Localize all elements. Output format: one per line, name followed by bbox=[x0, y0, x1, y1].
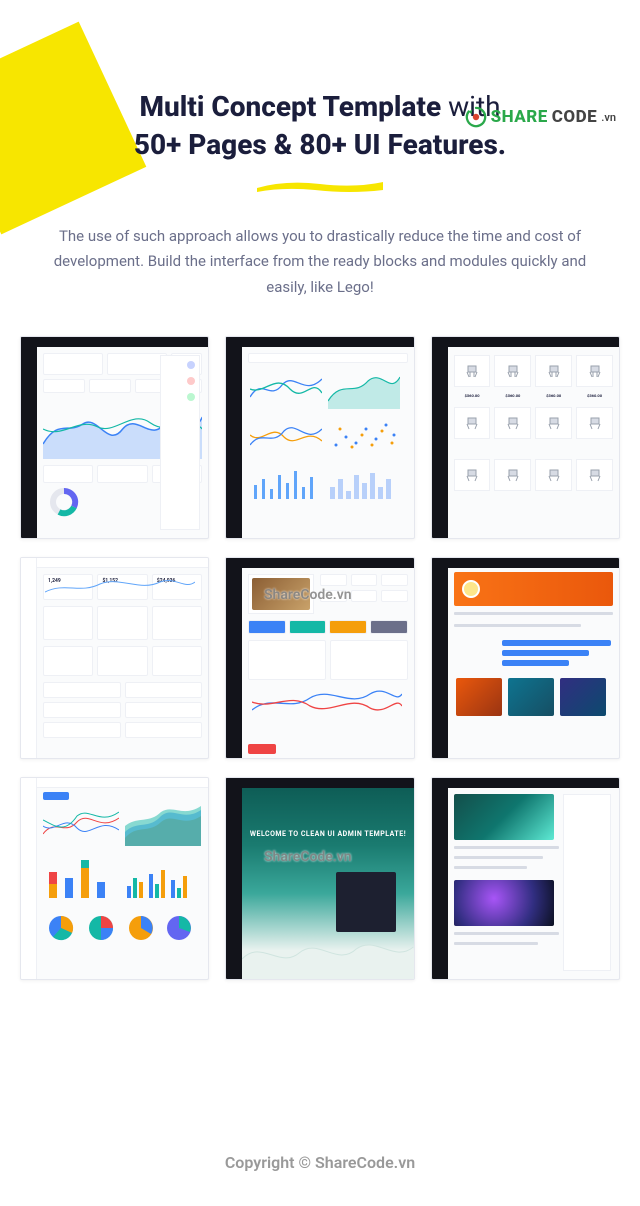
dashboard-crypto-thumbnail: 1,249 $1,152 $24,936 bbox=[20, 557, 209, 760]
headline: Multi Concept Template with 50+ Pages & … bbox=[0, 88, 640, 198]
hero-headline: WELCOME TO CLEAN UI ADMIN TEMPLATE! bbox=[242, 830, 413, 838]
landing-page-thumbnail: WELCOME TO CLEAN UI ADMIN TEMPLATE! bbox=[225, 777, 414, 980]
ecommerce-catalog-thumbnail: $560.00$560.00$560.00$560.00 bbox=[431, 336, 620, 539]
analytics-charts-thumbnail bbox=[20, 777, 209, 980]
sharecode-logo-icon bbox=[465, 106, 487, 128]
brand-text-suffix: .vn bbox=[601, 111, 616, 124]
watermark: ShareCode.vn bbox=[264, 849, 352, 865]
brand-text-code: CODE bbox=[552, 107, 597, 127]
profile-social-thumbnail bbox=[431, 557, 620, 760]
subtitle-text: The use of such approach allows you to d… bbox=[0, 224, 640, 301]
brush-underline-icon bbox=[255, 178, 385, 194]
headline-bold-2: 50+ Pages & 80+ UI Features. bbox=[134, 128, 506, 161]
dashboard-charts-thumbnail bbox=[225, 336, 414, 539]
brand-logo: SHARECODE .vn bbox=[465, 106, 616, 128]
thumbnail-grid: $560.00$560.00$560.00$560.00 1,249 $1,15… bbox=[20, 336, 620, 980]
hero-login-card bbox=[336, 872, 396, 932]
dashboard-alpha-thumbnail bbox=[20, 336, 209, 539]
headline-bold-1: Multi Concept Template bbox=[139, 90, 441, 123]
watermark: ShareCode.vn bbox=[264, 587, 352, 603]
footer-copyright: Copyright © ShareCode.vn bbox=[0, 1153, 640, 1172]
blog-feed-thumbnail bbox=[431, 777, 620, 980]
brand-text-share: SHARE bbox=[491, 107, 548, 127]
